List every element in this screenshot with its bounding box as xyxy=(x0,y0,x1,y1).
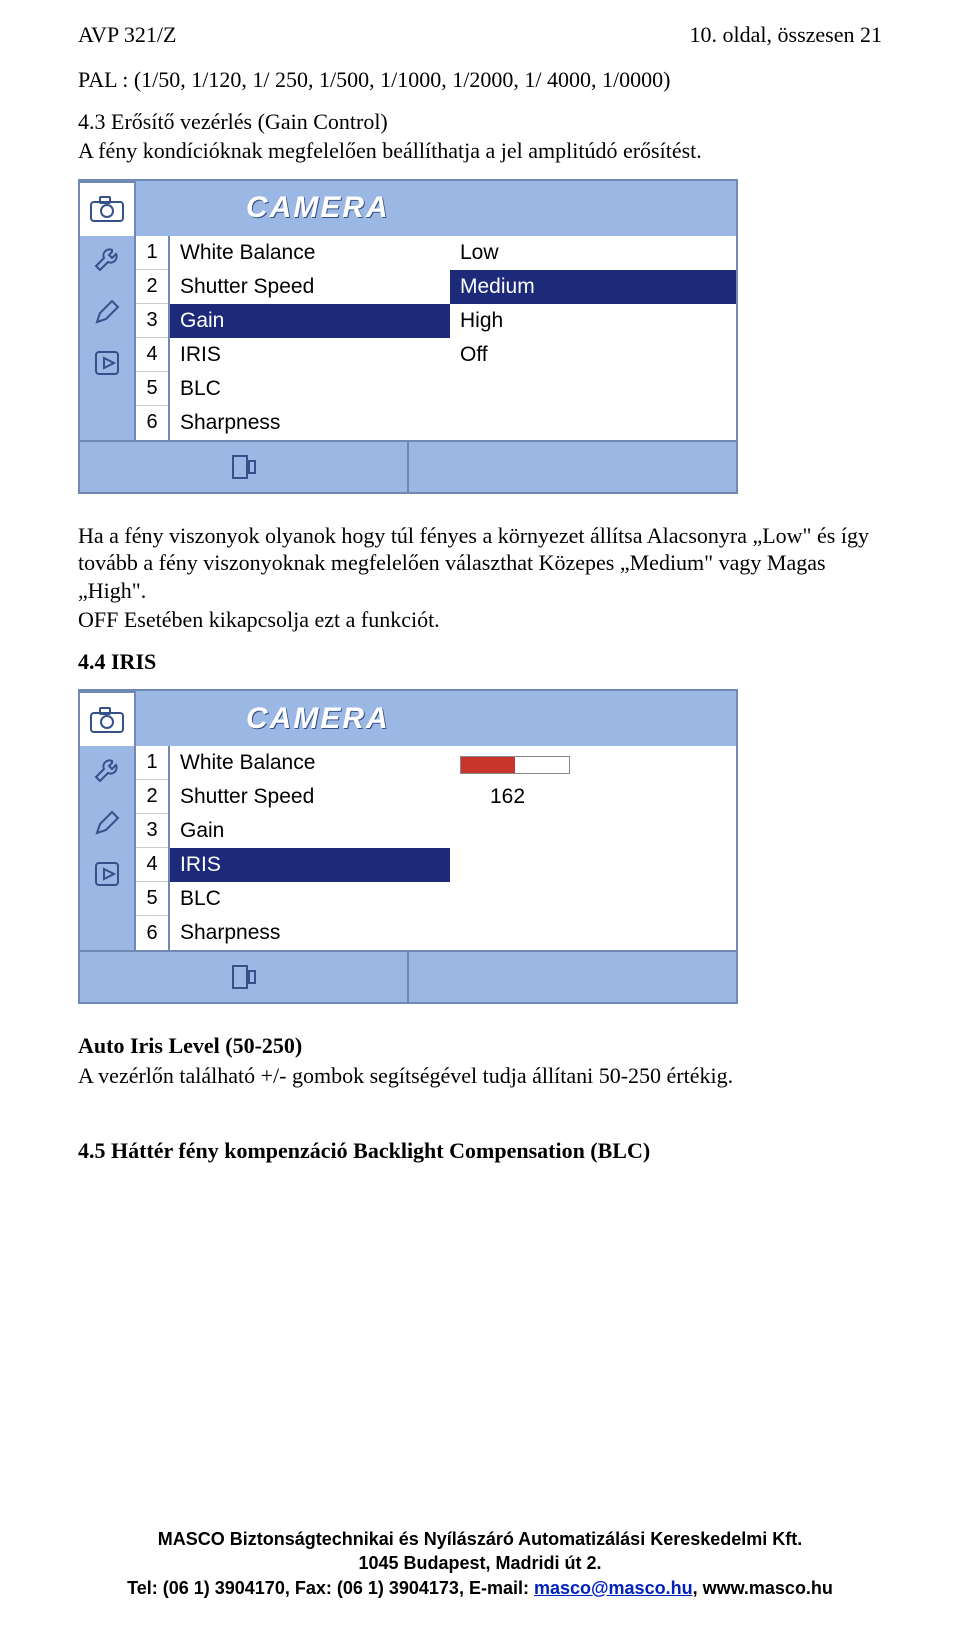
play-tab-icon[interactable] xyxy=(80,848,134,899)
menu-number: 5 xyxy=(136,372,168,406)
gain-explain-1: Ha a fény viszonyok olyanok hogy túl fén… xyxy=(78,522,882,605)
menu-item-iris[interactable]: IRIS xyxy=(170,338,450,372)
gain-option-low[interactable]: Low xyxy=(450,236,736,270)
menu-number-column: 1 2 3 4 5 6 xyxy=(136,236,170,440)
menu-number: 1 xyxy=(136,236,168,270)
footer-email-link[interactable]: masco@masco.hu xyxy=(534,1578,693,1598)
gain-explain-2: OFF Esetében kikapcsolja ezt a funkciót. xyxy=(78,606,882,634)
camera-tab-icon[interactable] xyxy=(80,181,134,236)
footer-line-3: Tel: (06 1) 3904170, Fax: (06 1) 3904173… xyxy=(0,1576,960,1600)
menu-number: 6 xyxy=(136,406,168,440)
footer-line-1: MASCO Biztonságtechnikai és Nyílászáró A… xyxy=(0,1527,960,1551)
menu-title: CAMERA xyxy=(246,702,390,736)
menu-item-sharpness[interactable]: Sharpness xyxy=(170,406,450,440)
menu-title: CAMERA xyxy=(246,191,390,225)
pal-line: PAL : (1/50, 1/120, 1/ 250, 1/500, 1/100… xyxy=(78,66,882,94)
menu-number: 5 xyxy=(136,882,168,916)
pencil-tab-icon[interactable] xyxy=(80,287,134,338)
play-tab-icon[interactable] xyxy=(80,338,134,389)
auto-iris-text: A vezérlőn található +/- gombok segítség… xyxy=(78,1062,882,1090)
gain-option-off[interactable]: Off xyxy=(450,338,736,372)
menu-number: 4 xyxy=(136,338,168,372)
wrench-tab-icon[interactable] xyxy=(80,236,134,287)
menu-number: 1 xyxy=(136,746,168,780)
footer-line-2: 1045 Budapest, Madridi út 2. xyxy=(0,1551,960,1575)
menu-number: 3 xyxy=(136,814,168,848)
menu-item-white-balance[interactable]: White Balance xyxy=(170,236,450,270)
menu-item-sharpness[interactable]: Sharpness xyxy=(170,916,450,950)
exit-tab-icon[interactable] xyxy=(80,442,409,492)
menu-item-shutter-speed[interactable]: Shutter Speed xyxy=(170,780,450,814)
menu-item-gain[interactable]: Gain xyxy=(170,304,450,338)
menu-item-gain[interactable]: Gain xyxy=(170,814,450,848)
camera-menu-iris: CAMERA 1 2 3 4 5 6 xyxy=(78,689,738,1004)
section-4-3-text: A fény kondícióknak megfelelően beállíth… xyxy=(78,137,882,165)
menu-item-iris[interactable]: IRIS xyxy=(170,848,450,882)
section-4-4-title: 4.4 IRIS xyxy=(78,648,882,676)
menu-item-blc[interactable]: BLC xyxy=(170,372,450,406)
iris-slider[interactable] xyxy=(450,746,736,780)
menu-number: 2 xyxy=(136,270,168,304)
auto-iris-title: Auto Iris Level (50-250) xyxy=(78,1032,882,1060)
menu-number: 6 xyxy=(136,916,168,950)
page-indicator: 10. oldal, összesen 21 xyxy=(690,22,882,48)
exit-tab-icon[interactable] xyxy=(80,952,409,1002)
menu-number-column: 1 2 3 4 5 6 xyxy=(136,746,170,950)
doc-code: AVP 321/Z xyxy=(78,22,176,48)
menu-number: 4 xyxy=(136,848,168,882)
camera-tab-icon[interactable] xyxy=(80,691,134,746)
gain-option-medium[interactable]: Medium xyxy=(450,270,736,304)
section-4-3-title: 4.3 Erősítő vezérlés (Gain Control) xyxy=(78,108,882,136)
gain-option-high[interactable]: High xyxy=(450,304,736,338)
camera-menu-gain: CAMERA 1 2 3 4 5 6 xyxy=(78,179,738,494)
menu-number: 2 xyxy=(136,780,168,814)
menu-item-shutter-speed[interactable]: Shutter Speed xyxy=(170,270,450,304)
wrench-tab-icon[interactable] xyxy=(80,746,134,797)
menu-item-blc[interactable]: BLC xyxy=(170,882,450,916)
iris-value: 162 xyxy=(450,780,736,814)
page-footer: MASCO Biztonságtechnikai és Nyílászáró A… xyxy=(0,1527,960,1600)
pencil-tab-icon[interactable] xyxy=(80,797,134,848)
menu-item-white-balance[interactable]: White Balance xyxy=(170,746,450,780)
menu-number: 3 xyxy=(136,304,168,338)
section-4-5-title: 4.5 Háttér fény kompenzáció Backlight Co… xyxy=(78,1137,882,1165)
